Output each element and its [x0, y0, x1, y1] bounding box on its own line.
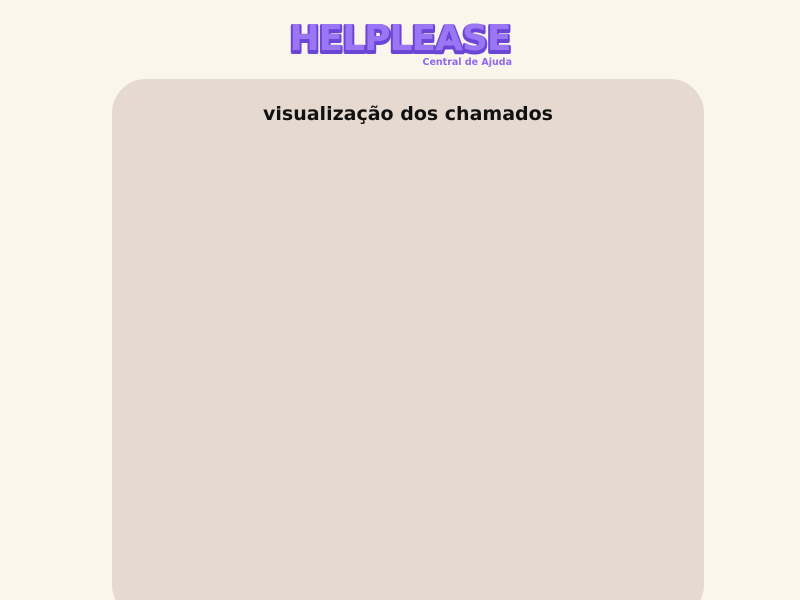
- logo-title: HELPLEASE: [290, 18, 511, 59]
- page: HELPLEASE HELPLEASE Central de Ajuda vis…: [0, 0, 800, 600]
- logo-graphic: HELPLEASE HELPLEASE Central de Ajuda: [288, 18, 514, 68]
- logo: HELPLEASE HELPLEASE Central de Ajuda: [0, 14, 800, 70]
- panel-title: visualização dos chamados: [263, 103, 553, 125]
- logo-tagline: Central de Ajuda: [422, 57, 512, 68]
- tickets-panel: visualização dos chamados: [112, 79, 704, 600]
- tickets-list: [136, 143, 680, 595]
